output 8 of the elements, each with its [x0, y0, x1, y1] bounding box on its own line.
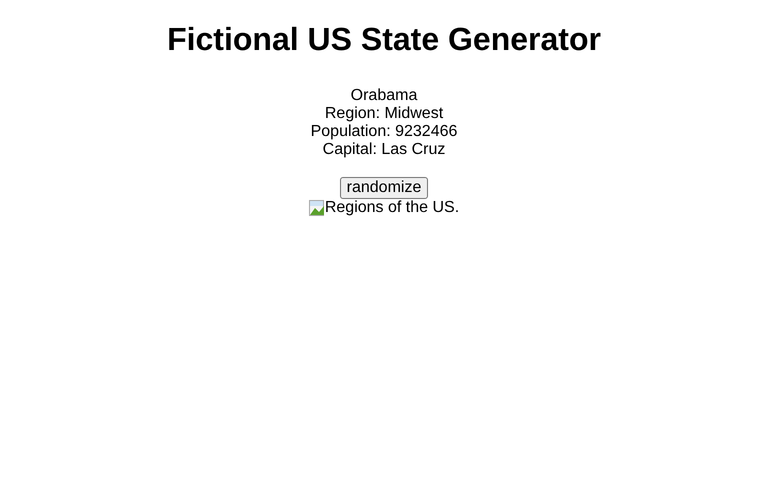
state-population: Population: 9232466	[310, 123, 458, 141]
broken-image-icon	[308, 200, 325, 216]
page-title: Fictional US State Generator	[166, 21, 602, 58]
randomize-button[interactable]: randomize	[340, 177, 428, 199]
state-capital: Capital: Las Cruz	[322, 141, 446, 159]
state-name: Orabama	[350, 87, 418, 105]
image-alt-text: Regions of the US.	[324, 199, 460, 217]
state-region: Region: Midwest	[324, 105, 444, 123]
